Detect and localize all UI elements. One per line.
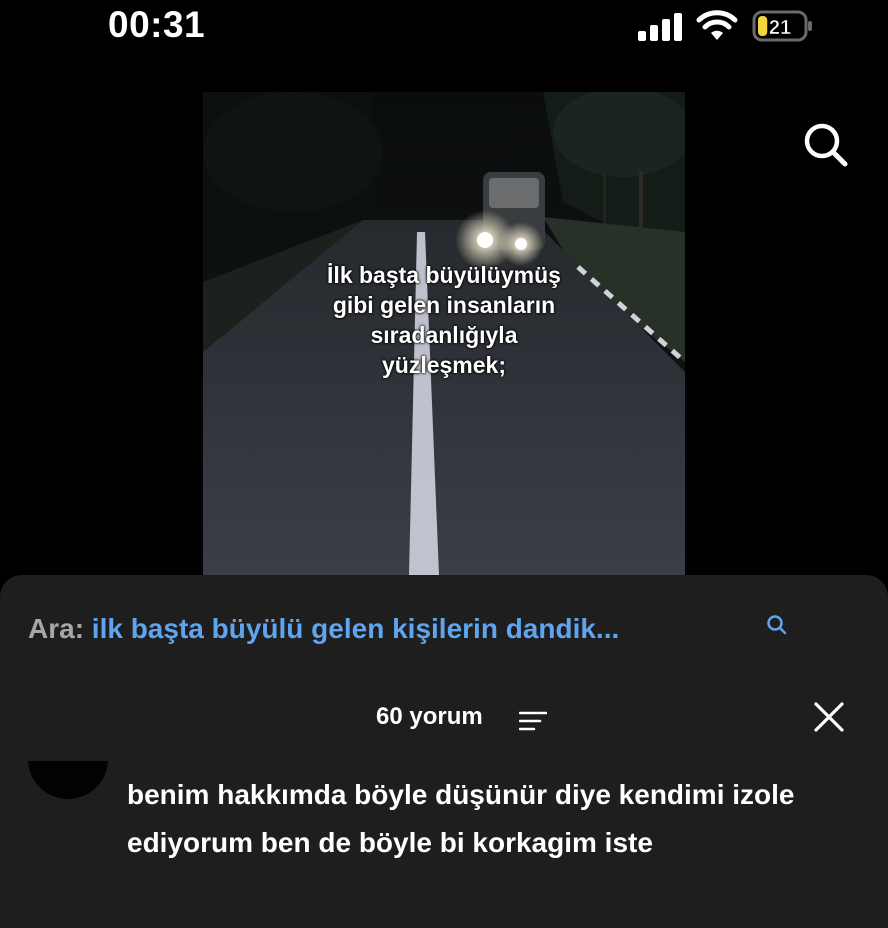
battery-level: 21	[769, 17, 791, 39]
video-caption: İlk başta büyülüymüş gibi gelen insanlar…	[203, 260, 685, 380]
search-button[interactable]	[800, 121, 852, 169]
avatar[interactable]	[28, 761, 108, 799]
comment-count: 60 yorum	[376, 703, 483, 730]
caption-line: sıradanlığıyla	[370, 322, 518, 348]
search-query[interactable]: ilk başta büyülü gelen kişilerin dandik.…	[92, 613, 619, 644]
battery-icon: 21	[752, 10, 812, 42]
wifi-icon	[696, 10, 738, 40]
status-time: 00:31	[108, 4, 206, 45]
comment-text: benim hakkımda böyle düşünür diye kendim…	[127, 779, 795, 858]
search-prefix: Ara:	[28, 613, 85, 644]
comments-sheet: Ara: ilk başta büyülü gelen kişilerin da…	[0, 575, 888, 928]
caption-line: İlk başta büyülüymüş	[327, 262, 561, 288]
search-icon[interactable]	[765, 613, 789, 637]
close-icon[interactable]	[813, 701, 845, 733]
search-suggestion[interactable]: Ara: ilk başta büyülü gelen kişilerin da…	[28, 613, 619, 645]
status-bar: 00:31 21	[0, 0, 888, 60]
caption-line: gibi gelen insanların	[332, 292, 556, 318]
cellular-signal-icon	[638, 13, 682, 41]
comments-header: 60 yorum	[0, 703, 888, 739]
video-player[interactable]: İlk başta büyülüymüş gibi gelen insanlar…	[203, 92, 685, 575]
caption-line: yüzleşmek;	[381, 352, 506, 378]
sort-icon[interactable]	[519, 710, 547, 732]
